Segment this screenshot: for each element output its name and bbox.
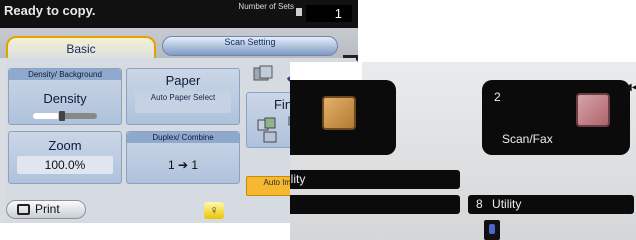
density-title: Density [43,91,87,106]
menu-box-copy[interactable] [290,80,396,155]
paper-value: Auto Paper Select [135,91,231,113]
tab-scan-setting[interactable]: Scan Setting [162,36,338,56]
tab-basic[interactable]: Basic [6,36,156,60]
help-icon: ♀ [209,203,219,217]
number-of-sets-label: Number of Sets [238,2,294,11]
status-text: Ready to copy. [4,3,96,18]
paper-button[interactable]: Paper Auto Paper Select [126,68,240,125]
density-button[interactable]: Density/ Background Density [8,68,122,125]
scan-fax-label: Scan/Fax [502,132,553,146]
utility-number: 8 [476,197,483,211]
status-bar: Ready to copy. Number of Sets 1 [0,0,358,28]
zoom-value: 100.0% [17,156,113,174]
menu-item-blank[interactable] [290,195,460,214]
zoom-title: Zoom [48,138,82,153]
print-label: Print [35,202,60,216]
panel-gap [290,62,362,80]
print-button[interactable]: Print [6,200,86,219]
printer-icon [17,204,30,215]
duplex-combine-button[interactable]: Duplex/ Combine 1 ➔ 1 [126,131,240,184]
staple-icon [253,65,273,81]
menu-box-scan-fax[interactable]: 2 Scan/Fax [482,80,630,155]
sets-icon [296,8,302,16]
paper-title: Paper [165,73,201,88]
help-button[interactable]: ♀ [204,202,224,219]
main-menu-screen: 2 Scan/Fax ◀◀ ility 8 Utility [290,62,636,240]
scan-fax-icon [576,93,610,127]
duplex-header: Duplex/ Combine [127,132,239,143]
utility-icon[interactable] [484,220,500,240]
copy-icon [322,96,356,130]
utility-label: Utility [492,197,522,211]
menu-box-number: 2 [494,90,501,104]
utility-left-label: ility [290,172,306,186]
menu-item-utility[interactable]: 8 Utility [468,195,634,214]
density-scale [33,113,97,119]
menu-item-utility-left[interactable]: ility [290,170,460,189]
density-marker [59,111,65,121]
density-header: Density/ Background [9,69,121,80]
offset-icon [263,131,277,143]
zoom-button[interactable]: Zoom 100.0% [8,131,122,184]
number-of-sets-value[interactable]: 1 [306,5,352,22]
collapse-icon[interactable]: ◀◀ [624,82,636,93]
duplex-value: 1 ➔ 1 [167,158,199,172]
